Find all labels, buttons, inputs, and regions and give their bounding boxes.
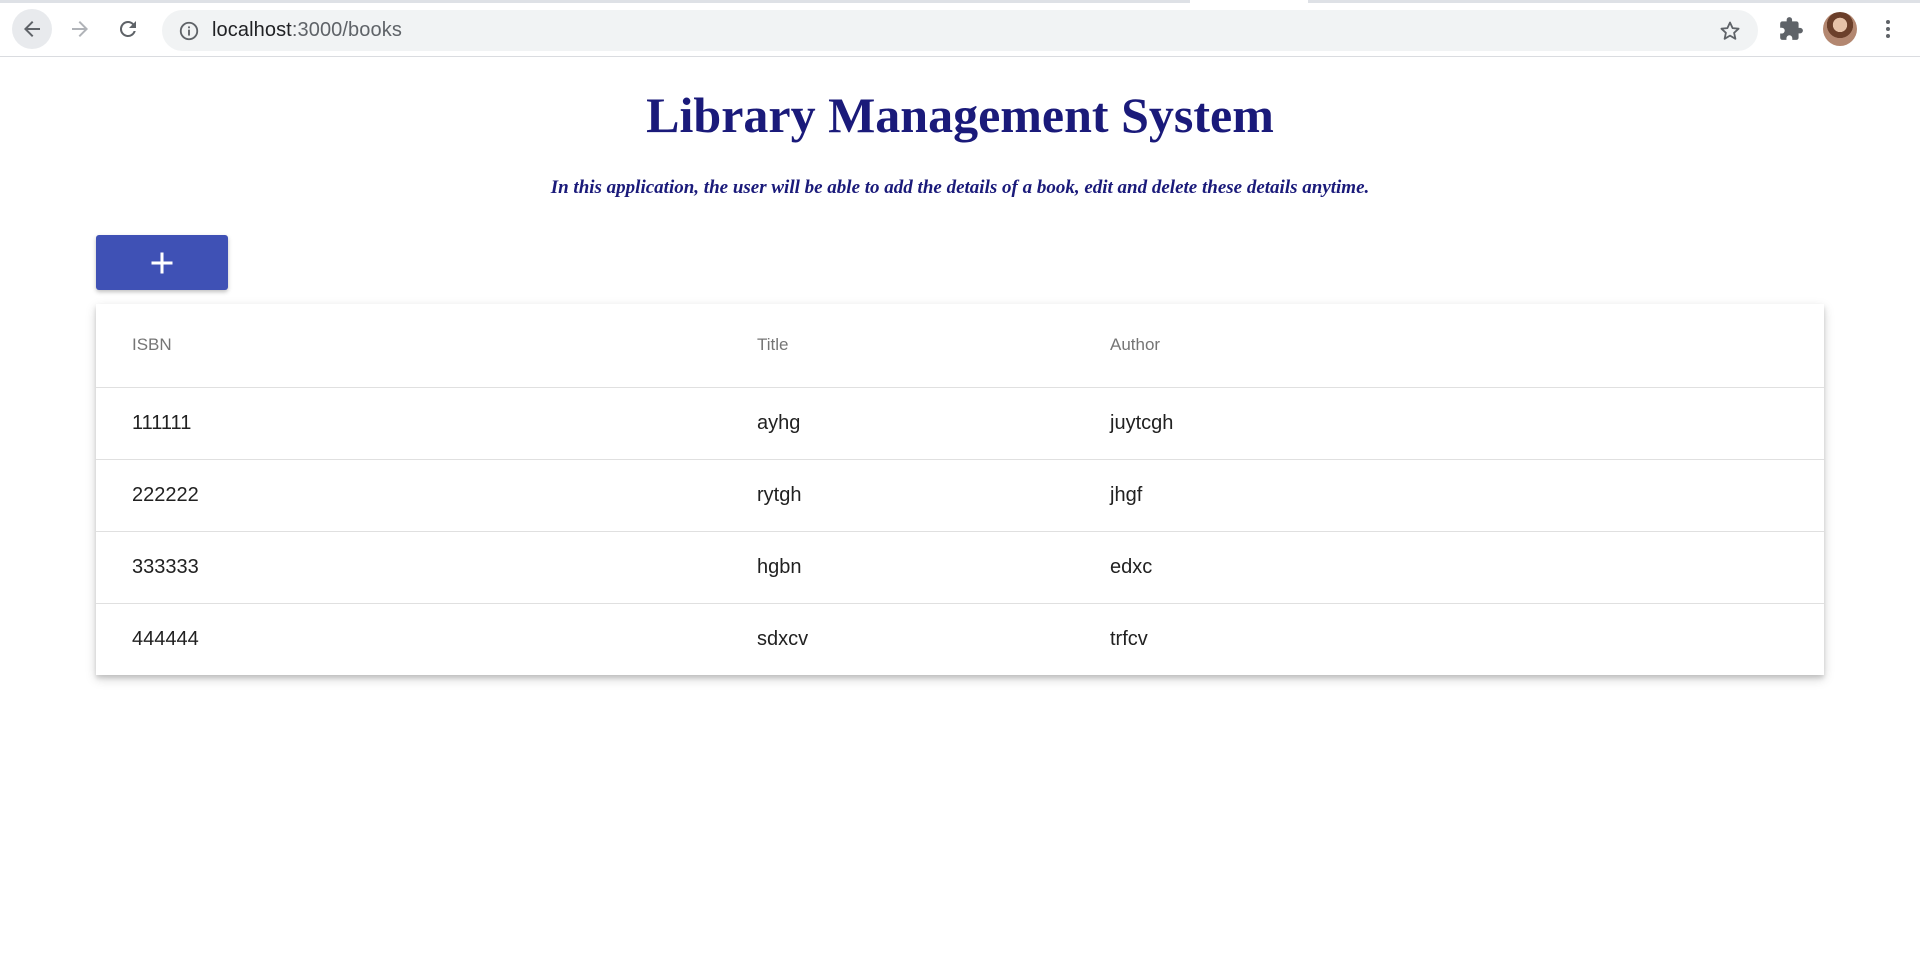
add-book-button[interactable] xyxy=(96,235,228,290)
table-row[interactable]: 222222 rytgh jhgf xyxy=(96,459,1824,532)
cell-isbn: 444444 xyxy=(132,627,199,650)
url-host: localhost xyxy=(212,19,292,41)
cell-author: edxc xyxy=(1110,531,1824,604)
browser-toolbar: localhost:3000/books xyxy=(0,0,1920,57)
cell-title: hgbn xyxy=(757,531,1110,604)
reload-icon xyxy=(119,20,136,37)
cell-isbn: 333333 xyxy=(96,531,757,604)
cell-title: sdxcv xyxy=(757,627,809,650)
back-button[interactable] xyxy=(12,9,52,49)
cell-isbn: 111111 xyxy=(96,387,757,460)
tab-strip-edge xyxy=(0,0,1920,3)
page-title: Library Management System xyxy=(646,87,1274,143)
table-row[interactable]: 444444 sdxcv trfcv xyxy=(96,603,1824,675)
column-header-title[interactable]: Title xyxy=(757,304,1110,388)
books-table-card: ISBN Title Author 111111 ayhg juytcgh 22… xyxy=(96,304,1824,675)
page-subtitle: In this application, the user will be ab… xyxy=(550,177,1370,198)
table-row[interactable]: 333333 hgbn edxc xyxy=(96,531,1824,604)
column-header-author[interactable]: Author xyxy=(1110,304,1824,388)
info-icon[interactable] xyxy=(178,20,200,42)
arrow-left-icon xyxy=(24,21,40,37)
table-header-row: ISBN Title Author xyxy=(96,304,1824,388)
cell-title: ayhg xyxy=(757,387,1110,460)
plus-icon xyxy=(151,252,173,273)
cell-author: jhgf xyxy=(1110,459,1824,532)
cell-author: trfcv xyxy=(1110,627,1148,650)
cell-author: juytcgh xyxy=(1110,387,1824,460)
books-table: ISBN Title Author 111111 ayhg juytcgh 22… xyxy=(96,304,1824,675)
reload-button[interactable] xyxy=(108,9,148,49)
arrow-right-icon xyxy=(72,21,88,37)
address-bar[interactable]: localhost:3000/books xyxy=(162,10,1758,51)
cell-isbn: 222222 xyxy=(96,459,757,532)
cell-title: rytgh xyxy=(757,459,1110,532)
bookmark-star-icon[interactable] xyxy=(1718,19,1742,43)
url-text[interactable]: localhost:3000/books xyxy=(212,10,402,51)
table-row[interactable]: 111111 ayhg juytcgh xyxy=(96,387,1824,460)
url-path: :3000/books xyxy=(291,19,402,41)
profile-avatar[interactable] xyxy=(1823,12,1857,46)
column-header-isbn[interactable]: ISBN xyxy=(96,304,757,388)
more-vertical-icon[interactable] xyxy=(1876,16,1900,42)
forward-button[interactable] xyxy=(60,9,100,49)
extensions-puzzle-icon[interactable] xyxy=(1778,16,1804,42)
